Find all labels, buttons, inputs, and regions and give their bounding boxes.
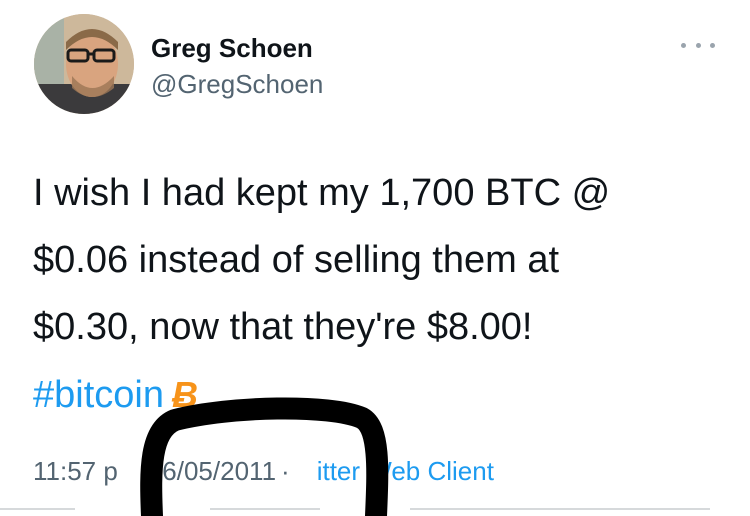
hashtag-link[interactable]: #bitcoin <box>33 374 164 416</box>
meta-separator: · <box>281 456 290 486</box>
tweet-text-line: $0.30, now that they're $8.00! <box>33 306 533 348</box>
more-dot <box>695 42 701 48</box>
more-dot <box>681 42 686 48</box>
bottom-divider <box>0 508 750 516</box>
tweet-card: Greg Schoen @GregSchoen I wish I had kep… <box>0 0 750 516</box>
more-dots-icon[interactable] <box>681 35 715 55</box>
avatar[interactable] <box>34 14 134 114</box>
tweet-meta: 11:57 p 16/05/2011 · itter Web Client <box>33 456 494 487</box>
tweet-text: I wish I had kept my 1,700 BTC @ $0.06 i… <box>33 160 733 429</box>
tweet-date[interactable]: 16/05/2011 <box>148 456 276 486</box>
more-dot <box>710 42 715 48</box>
bitcoin-icon: Ƀ <box>171 374 198 415</box>
tweet-source-link[interactable]: itter Web Client <box>317 456 494 486</box>
tweet-text-line: I wish I had kept my 1,700 BTC @ <box>33 172 611 214</box>
tweet-text-line: $0.06 instead of selling them at <box>33 239 560 281</box>
tweet-time[interactable]: 11:57 p <box>33 456 118 486</box>
hashtag-line: #bitcoin Ƀ <box>33 361 733 429</box>
author-display-name[interactable]: Greg Schoen <box>151 33 313 64</box>
author-handle[interactable]: @GregSchoen <box>151 69 323 100</box>
